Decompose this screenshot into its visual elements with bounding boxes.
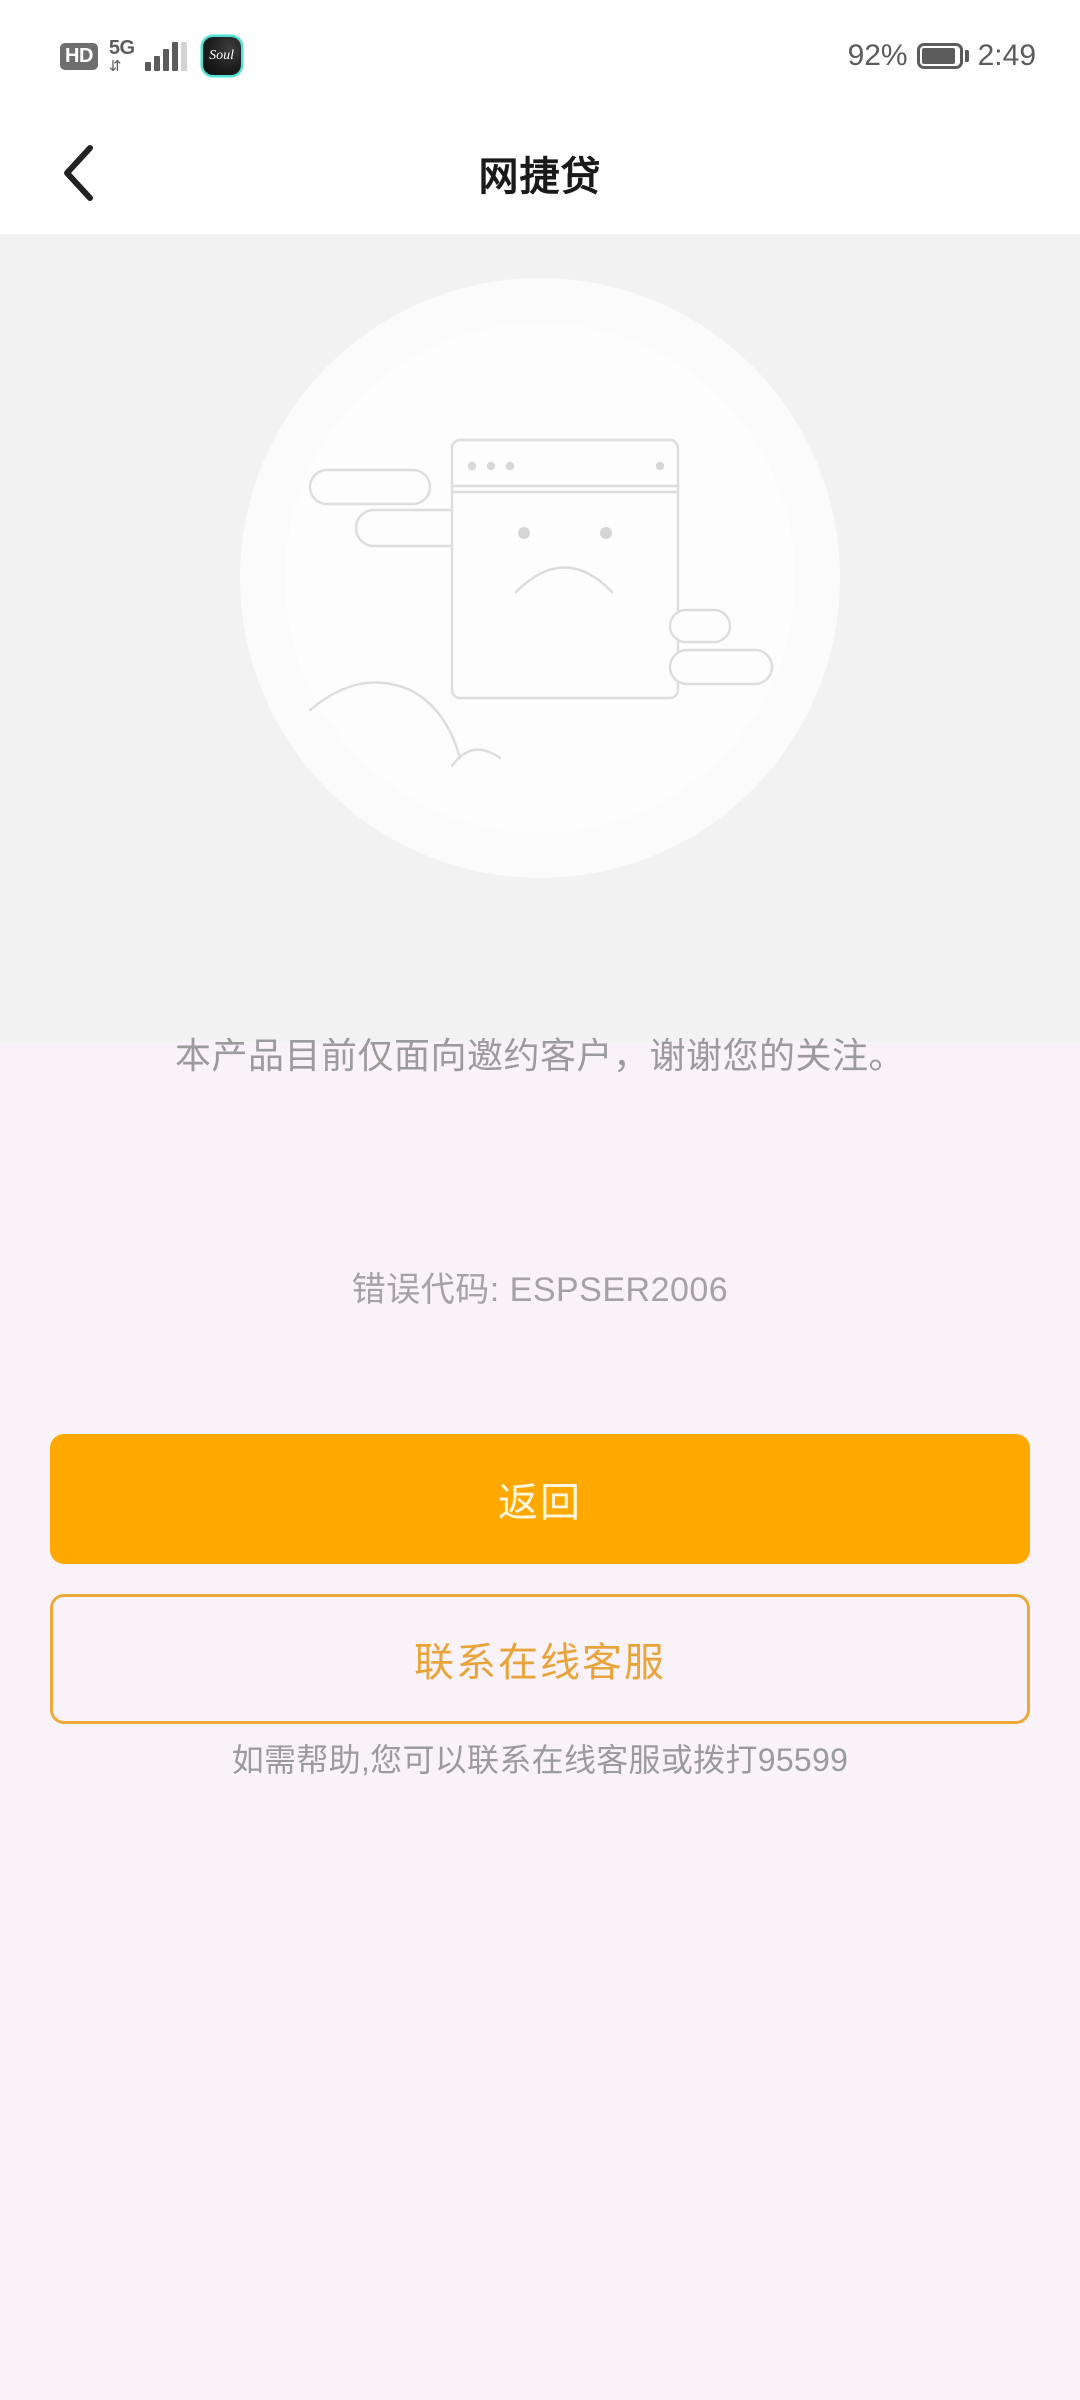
network-label: 5G: [108, 37, 135, 59]
back-button[interactable]: [44, 139, 112, 207]
status-bar-clock: 2:49: [977, 39, 1036, 72]
status-bar: HD 5G ⇵ Soul 92% 2:49: [0, 0, 1080, 112]
back-action-button[interactable]: 返回: [50, 1434, 1030, 1564]
contact-support-button[interactable]: 联系在线客服: [50, 1594, 1030, 1724]
battery-percent-label: 92%: [847, 39, 908, 72]
soul-app-icon: Soul: [202, 37, 241, 75]
empty-state-message: 本产品目前仅面向邀约客户，谢谢您的关注。: [174, 1035, 905, 1076]
network-type-indicator: 5G ⇵: [109, 38, 135, 74]
data-transfer-arrows-icon: ⇵: [108, 58, 122, 75]
error-code-label: 错误代码: ESPSER2006: [351, 1271, 729, 1309]
help-hint-text: 如需帮助,您可以联系在线客服或拨打95599: [231, 1742, 849, 1778]
battery-icon: [916, 43, 969, 69]
status-bar-right: 92% 2:49: [848, 39, 1036, 73]
chevron-left-icon: [64, 145, 93, 201]
nav-bar: 网捷贷: [0, 112, 1080, 234]
hd-badge-icon: HD: [60, 42, 98, 70]
page-title: 网捷贷: [478, 155, 602, 199]
signal-bars-icon: [144, 41, 187, 71]
status-bar-left: HD 5G ⇵ Soul: [60, 37, 241, 75]
sad-face-browser-empty-state-illustration: [160, 258, 920, 898]
